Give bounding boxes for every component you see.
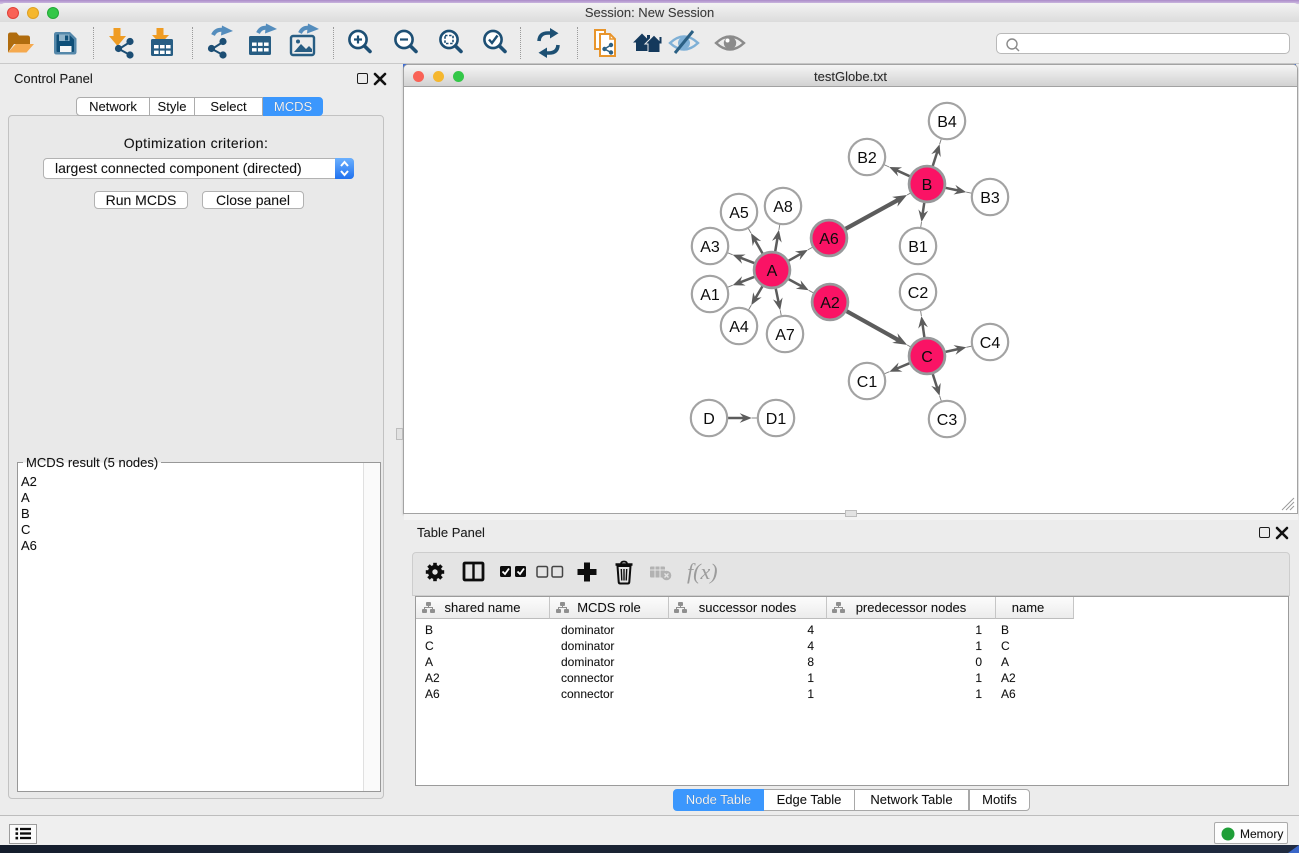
svg-text:D1: D1: [766, 411, 787, 428]
svg-text:A4: A4: [729, 319, 749, 336]
svg-text:A6: A6: [819, 231, 839, 248]
svg-text:D: D: [703, 411, 715, 428]
svg-text:C: C: [921, 349, 933, 366]
svg-text:A2: A2: [820, 295, 840, 312]
svg-text:A: A: [767, 263, 778, 280]
svg-text:A5: A5: [729, 205, 749, 222]
svg-text:A8: A8: [773, 199, 793, 216]
svg-text:B3: B3: [980, 190, 1000, 207]
svg-text:A1: A1: [700, 287, 720, 304]
svg-text:C2: C2: [908, 285, 929, 302]
svg-text:C1: C1: [857, 374, 878, 391]
svg-text:C4: C4: [980, 335, 1001, 352]
svg-text:B: B: [922, 177, 933, 194]
svg-text:A3: A3: [700, 239, 720, 256]
svg-text:B1: B1: [908, 239, 928, 256]
svg-text:B2: B2: [857, 150, 877, 167]
svg-text:C3: C3: [937, 412, 958, 429]
svg-text:B4: B4: [937, 114, 957, 131]
svg-text:A7: A7: [775, 327, 795, 344]
svg-text:f(x): f(x): [687, 559, 718, 584]
